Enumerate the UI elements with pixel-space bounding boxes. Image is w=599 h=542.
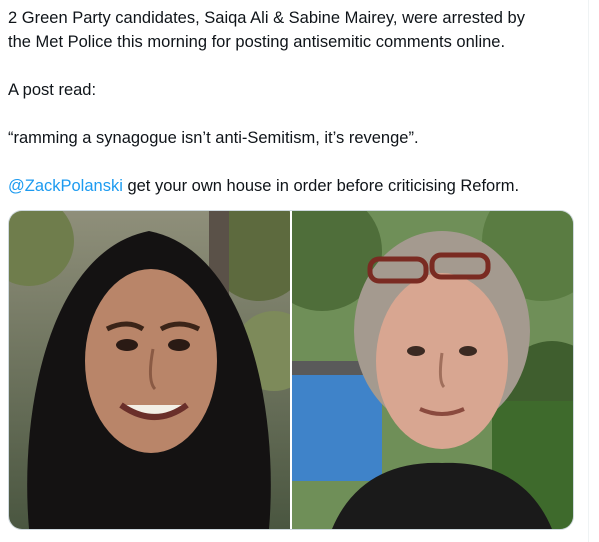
tweet-line-3: A post read: xyxy=(8,81,97,99)
photo-left[interactable] xyxy=(9,211,290,529)
tweet-line-2: the Met Police this morning for posting … xyxy=(8,33,506,51)
photo-right-image xyxy=(292,211,573,529)
tweet-text: 2 Green Party candidates, Saiqa Ali & Sa… xyxy=(8,6,588,198)
media-grid xyxy=(8,210,574,530)
timeline-border xyxy=(588,0,589,542)
tweet-line-5: @ZackPolanski get your own house in orde… xyxy=(8,174,588,198)
tweet-quote: “ramming a synagogue isn’t anti-Semitism… xyxy=(8,129,419,147)
mention-link[interactable]: @ZackPolanski xyxy=(8,177,123,195)
photo-right[interactable] xyxy=(292,211,573,529)
tweet-line-1: 2 Green Party candidates, Saiqa Ali & Sa… xyxy=(8,9,525,27)
photo-left-image xyxy=(9,211,290,529)
tweet-line-5-rest: get your own house in order before criti… xyxy=(122,177,520,195)
